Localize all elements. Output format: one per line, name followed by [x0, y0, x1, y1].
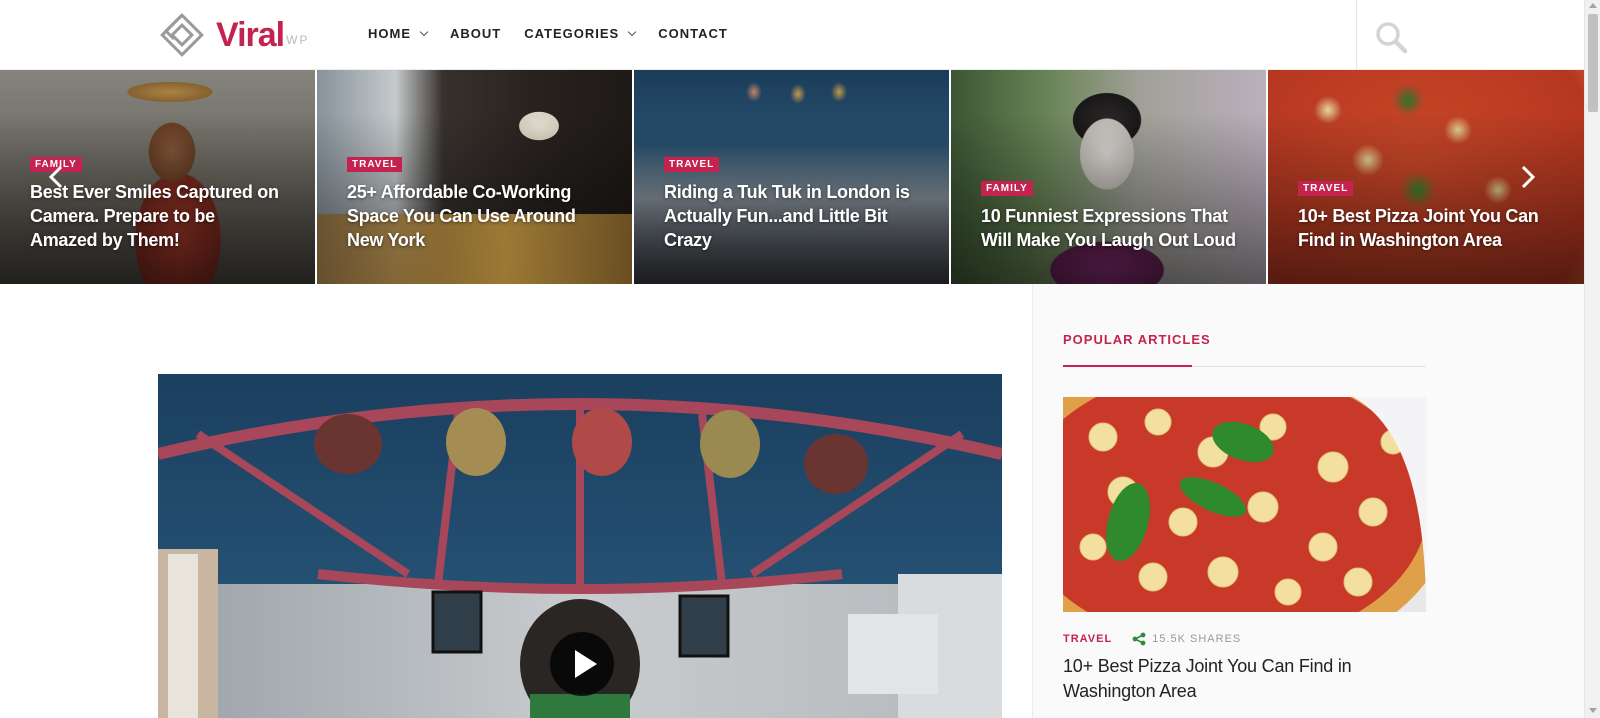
slide-caption: TRAVEL 10+ Best Pizza Joint You Can Find… — [1298, 178, 1554, 252]
slide-caption: FAMILY 10 Funniest Expressions That Will… — [981, 178, 1236, 252]
chevron-right-icon[interactable] — [1518, 163, 1538, 191]
main-nav: HOME ABOUT CATEGORIES CONTACT — [368, 26, 751, 41]
chevron-down-icon — [419, 27, 429, 36]
category-tag[interactable]: TRAVEL — [664, 157, 720, 172]
share-count: 15.5K SHARES — [1152, 633, 1242, 645]
header-divider — [1356, 0, 1357, 70]
chevron-left-icon[interactable] — [46, 163, 66, 191]
nav-item-about[interactable]: ABOUT — [450, 26, 501, 41]
sidebar: POPULAR ARTICLES TRAVEL 15.5K SHARES 10+… — [1032, 284, 1584, 718]
article-thumbnail[interactable] — [1063, 397, 1426, 612]
search-icon[interactable] — [1374, 20, 1408, 54]
heading-rule-accent — [1063, 365, 1192, 367]
category-tag[interactable]: TRAVEL — [1298, 181, 1354, 196]
slide-title[interactable]: 10 Funniest Expressions That Will Make Y… — [981, 204, 1236, 252]
site-header: Viral WP HOME ABOUT CATEGORIES CONTACT — [0, 0, 1584, 70]
category-tag[interactable]: FAMILY — [981, 181, 1033, 196]
slide-title[interactable]: 25+ Affordable Co-Working Space You Can … — [347, 180, 602, 252]
site-logo[interactable]: Viral WP — [156, 8, 309, 62]
logo-mark-icon — [160, 13, 204, 57]
slide-title[interactable]: Riding a Tuk Tuk in London is Actually F… — [664, 180, 919, 252]
chevron-down-icon — [627, 27, 637, 36]
nav-item-contact[interactable]: CONTACT — [658, 26, 728, 41]
slide-title[interactable]: Best Ever Smiles Captured on Camera. Pre… — [30, 180, 285, 252]
carousel-slide[interactable]: TRAVEL Riding a Tuk Tuk in London is Act… — [634, 70, 949, 284]
category-tag[interactable]: TRAVEL — [347, 157, 403, 172]
share-icon — [1132, 632, 1146, 646]
slide-caption: TRAVEL 25+ Affordable Co-Working Space Y… — [347, 154, 602, 252]
slide-caption: FAMILY Best Ever Smiles Captured on Came… — [30, 154, 285, 252]
play-button[interactable] — [550, 632, 614, 696]
nav-label: CONTACT — [658, 26, 728, 41]
category-tag[interactable]: TRAVEL — [1063, 633, 1112, 645]
featured-carousel: FAMILY Best Ever Smiles Captured on Came… — [0, 70, 1584, 284]
slide-title[interactable]: 10+ Best Pizza Joint You Can Find in Was… — [1298, 204, 1554, 252]
scroll-down-icon[interactable] — [1589, 708, 1597, 713]
nav-item-home[interactable]: HOME — [368, 26, 429, 41]
main-content: POPULAR ARTICLES TRAVEL 15.5K SHARES 10+… — [0, 284, 1584, 718]
logo-suffix: WP — [286, 33, 310, 47]
nav-label: HOME — [368, 26, 411, 41]
featured-video[interactable] — [158, 374, 1002, 718]
article-title[interactable]: 10+ Best Pizza Joint You Can Find in Was… — [1063, 654, 1426, 704]
popular-articles-heading: POPULAR ARTICLES — [1063, 332, 1211, 347]
scroll-up-icon[interactable] — [1589, 3, 1597, 8]
carousel-slide[interactable]: TRAVEL 25+ Affordable Co-Working Space Y… — [317, 70, 632, 284]
scrollbar-thumb[interactable] — [1588, 14, 1598, 112]
play-icon — [575, 650, 597, 678]
logo-text: Viral — [216, 15, 285, 54]
nav-item-categories[interactable]: CATEGORIES — [524, 26, 637, 41]
slide-caption: TRAVEL Riding a Tuk Tuk in London is Act… — [664, 154, 919, 252]
nav-label: ABOUT — [450, 26, 502, 41]
carousel-slide[interactable]: FAMILY 10 Funniest Expressions That Will… — [951, 70, 1266, 284]
article-meta: TRAVEL 15.5K SHARES — [1063, 632, 1241, 646]
page-scrollbar[interactable] — [1584, 0, 1600, 718]
nav-label: CATEGORIES — [524, 26, 620, 41]
